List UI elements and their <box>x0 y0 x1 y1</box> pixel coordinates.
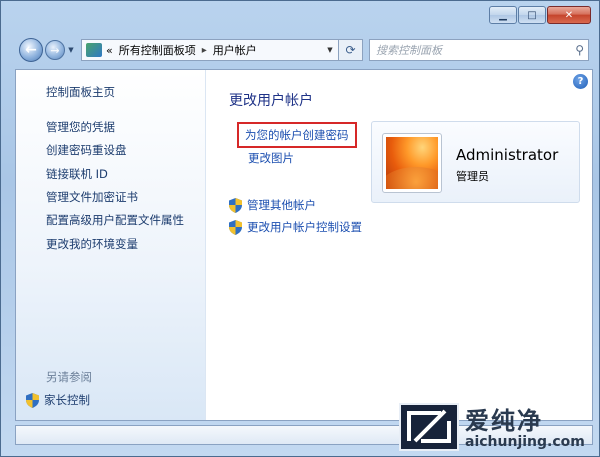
search-input[interactable]: 搜索控制面板 ⚲ <box>369 39 589 61</box>
user-account-card: Administrator 管理员 <box>371 121 580 203</box>
breadcrumb-separator[interactable]: ▸ <box>202 45 207 56</box>
avatar[interactable] <box>382 133 442 193</box>
create-password-link[interactable]: 为您的帐户创建密码 <box>237 122 357 148</box>
sidebar-item-control-panel-home[interactable]: 控制面板主页 <box>46 84 115 100</box>
breadcrumb-all-items[interactable]: 所有控制面板项 <box>119 42 196 58</box>
page-title: 更改用户帐户 <box>229 93 313 109</box>
address-bar[interactable]: « 所有控制面板项 ▸ 用户帐户 ▼ <box>81 39 339 61</box>
window-frame: ▁ □ ✕ ← → ▼ « 所有控制面板项 ▸ 用户帐户 ▼ ⟳ 搜索控制面板 … <box>0 0 600 457</box>
refresh-button[interactable]: ⟳ <box>339 39 363 61</box>
shield-icon <box>229 219 242 235</box>
back-button[interactable]: ← <box>19 38 43 62</box>
sidebar-item-environment-variables[interactable]: 更改我的环境变量 <box>46 236 138 252</box>
watermark-title: 爱纯净 <box>465 407 543 435</box>
caption-buttons: ▁ □ ✕ <box>488 6 591 24</box>
sidebar-item-advanced-profile[interactable]: 配置高级用户配置文件属性 <box>46 212 184 228</box>
see-also-heading: 另请参阅 <box>46 370 92 384</box>
flower-picture-icon <box>386 137 438 189</box>
breadcrumb-user-accounts[interactable]: 用户帐户 <box>213 42 257 58</box>
shield-icon <box>26 392 39 408</box>
sidebar: 控制面板主页 管理您的凭据 创建密码重设盘 链接联机 ID 管理文件加密证书 配… <box>16 70 206 420</box>
maximize-button[interactable]: □ <box>518 6 546 24</box>
sidebar-item-password-reset-disk[interactable]: 创建密码重设盘 <box>46 142 127 158</box>
uac-settings-label[interactable]: 更改用户帐户控制设置 <box>247 219 362 235</box>
sidebar-item-link-online-id[interactable]: 链接联机 ID <box>46 166 108 182</box>
manage-other-accounts-label[interactable]: 管理其他帐户 <box>247 197 316 213</box>
recent-pages-dropdown[interactable]: ▼ <box>65 40 77 60</box>
breadcrumb-chevron[interactable]: « <box>106 44 113 57</box>
uac-settings-link[interactable]: 更改用户帐户控制设置 <box>229 219 362 235</box>
sidebar-item-manage-credentials[interactable]: 管理您的凭据 <box>46 119 115 135</box>
parental-controls-label[interactable]: 家长控制 <box>44 392 90 408</box>
manage-other-accounts-link[interactable]: 管理其他帐户 <box>229 197 316 213</box>
watermark: 爱纯净 aichunjing.com <box>399 397 599 457</box>
shield-icon <box>229 197 242 213</box>
search-placeholder: 搜索控制面板 <box>376 44 442 57</box>
minimize-button[interactable]: ▁ <box>489 6 517 24</box>
control-panel-icon <box>86 43 102 57</box>
watermark-url: aichunjing.com <box>465 434 585 450</box>
navigation-bar: ← → ▼ « 所有控制面板项 ▸ 用户帐户 ▼ ⟳ 搜索控制面板 ⚲ <box>19 35 589 65</box>
forward-button[interactable]: → <box>45 40 65 60</box>
user-name: Administrator <box>456 146 559 164</box>
sidebar-item-encryption-certificates[interactable]: 管理文件加密证书 <box>46 189 138 205</box>
user-role: 管理员 <box>456 170 489 183</box>
parental-controls-link[interactable]: 家长控制 <box>26 392 90 408</box>
close-button[interactable]: ✕ <box>547 6 591 24</box>
content-pane: 控制面板主页 管理您的凭据 创建密码重设盘 链接联机 ID 管理文件加密证书 配… <box>15 69 593 421</box>
change-picture-link[interactable]: 更改图片 <box>248 150 294 166</box>
search-icon[interactable]: ⚲ <box>575 43 584 57</box>
watermark-logo-icon <box>399 403 459 451</box>
address-dropdown-icon[interactable]: ▼ <box>322 46 338 54</box>
help-icon[interactable]: ? <box>573 74 588 89</box>
